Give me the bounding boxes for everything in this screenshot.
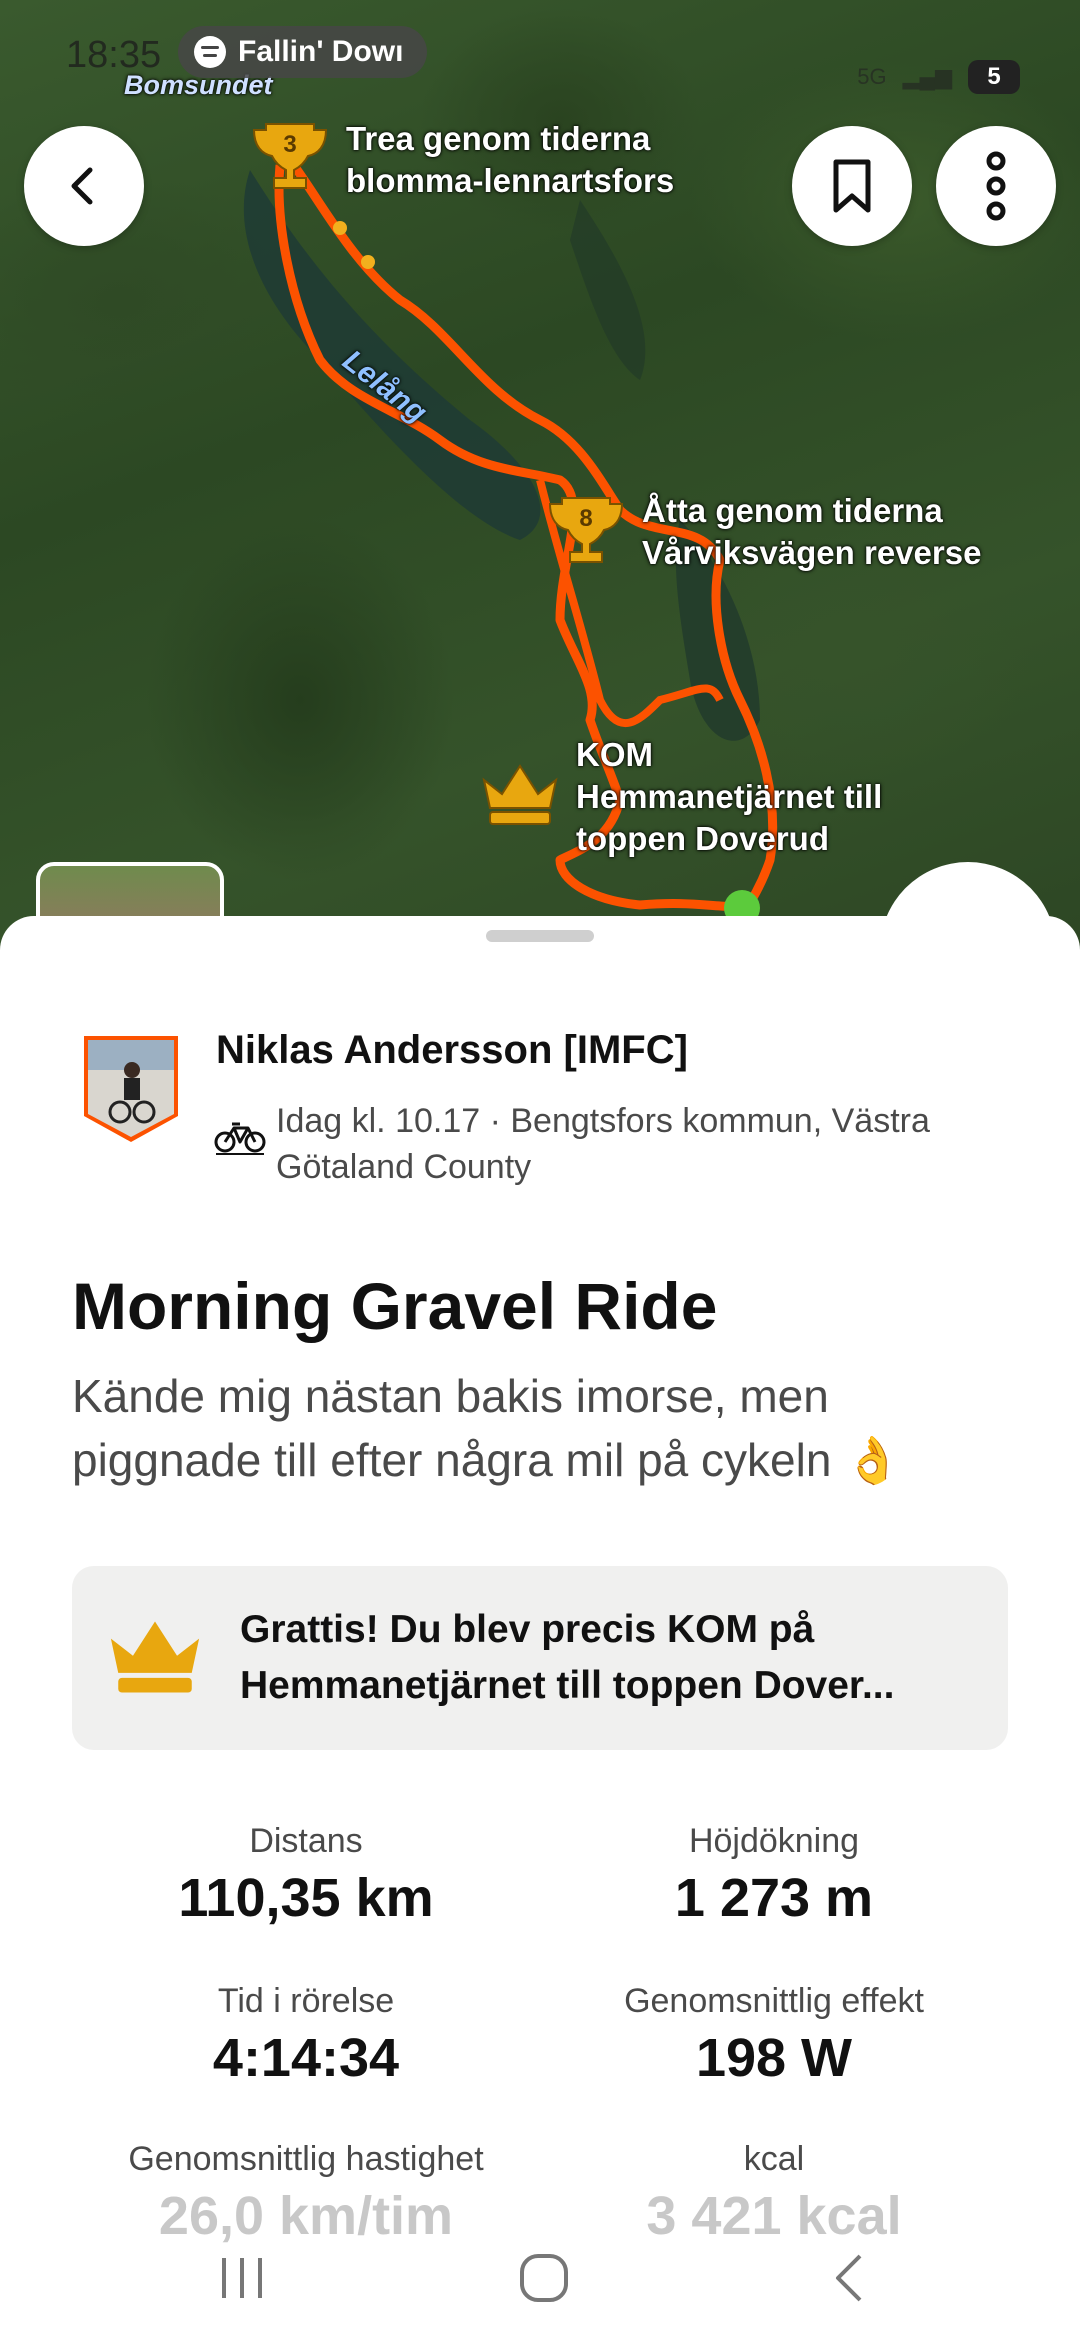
status-icons: 5G ▂▄▆ 5 (857, 60, 1020, 94)
signal-icon: ▂▄▆ (902, 64, 952, 89)
status-bar: 18:35 5G ▂▄▆ 5 (0, 28, 1080, 94)
stat-value: 4:14:34 (212, 2028, 400, 2088)
stat-label: Genomsnittlig effekt (624, 1982, 924, 2020)
segment-name: Vårviksvägen reverse (642, 534, 982, 571)
stat-label: Distans (249, 1822, 363, 1860)
segment-label-1[interactable]: Trea genom tiderna blomma-lennartsfors (346, 118, 674, 202)
trophy-icon[interactable]: 8 (548, 492, 624, 568)
stat-value: 110,35 km (178, 1868, 434, 1928)
network-indicator: 5G (857, 64, 887, 89)
segment-title: Åtta genom tiderna (642, 492, 943, 529)
stat-avg-power: Genomsnittlig effekt 198 W (534, 1982, 1014, 2089)
back-icon (71, 167, 93, 205)
back-button[interactable] (24, 126, 144, 246)
segment-rank: 8 (579, 505, 592, 532)
bike-icon (214, 1122, 266, 1155)
now-playing-pill[interactable]: Fallin' Dowı (178, 26, 428, 78)
segment-label-2[interactable]: Åtta genom tiderna Vårviksvägen reverse (642, 490, 981, 574)
kom-achievement-card[interactable]: Grattis! Du blev precis KOM på Hemmanetj… (72, 1566, 1008, 1750)
athlete-name[interactable]: Niklas Andersson [IMFC] (216, 1028, 688, 1073)
spotify-icon (194, 36, 226, 68)
battery-icon: 5 (968, 60, 1020, 94)
back-nav-icon[interactable] (822, 2250, 878, 2306)
activity-description: Kände mig nästan bakis imorse, men piggn… (72, 1370, 902, 1486)
segment-title: Trea genom tiderna (346, 120, 651, 157)
segment-label-kom[interactable]: KOM Hemmanetjärnet till toppen Doverud (576, 734, 882, 860)
segment-title: KOM (576, 736, 653, 773)
segment-name: blomma-lennartsfors (346, 162, 675, 199)
stat-label: kcal (743, 2140, 805, 2178)
stat-value: 1 273 m (674, 1868, 874, 1928)
segment-name: Hemmanetjärnet till (576, 778, 883, 815)
stat-distance: Distans 110,35 km (66, 1822, 546, 1929)
trophy-icon[interactable]: 3 (252, 118, 328, 194)
more-options-button[interactable] (936, 126, 1056, 246)
drag-handle[interactable] (486, 930, 594, 942)
recent-apps-icon[interactable] (214, 2250, 270, 2306)
activity-meta: Idag kl. 10.17 · Bengtsfors kommun, Väst… (276, 1102, 930, 1186)
kom-message: Grattis! Du blev precis KOM på Hemmanetj… (240, 1608, 895, 1707)
stat-label: Tid i rörelse (217, 1982, 395, 2020)
crown-icon[interactable] (480, 760, 560, 828)
bookmark-icon (833, 159, 871, 213)
more-icon (986, 151, 1006, 221)
crown-icon (110, 1621, 200, 1693)
home-icon[interactable] (514, 2248, 574, 2308)
bookmark-button[interactable] (792, 126, 912, 246)
stat-value: 198 W (695, 2028, 853, 2088)
stat-label: Höjdökning (688, 1822, 860, 1860)
system-nav-bar (0, 2230, 1080, 2340)
stat-moving-time: Tid i rörelse 4:14:34 (66, 1982, 546, 2089)
activity-title: Morning Gravel Ride (72, 1269, 718, 1343)
route-map[interactable]: Bomsundet Lelång 3 Trea genom tiderna bl… (0, 0, 1080, 960)
activity-sheet: Niklas Andersson [IMFC] Idag kl. 10.17 ·… (0, 916, 1080, 2340)
segment-rank: 3 (283, 131, 296, 158)
segment-name-cont: toppen Doverud (576, 820, 829, 857)
stat-label: Genomsnittlig hastighet (128, 2140, 484, 2178)
clock: 18:35 (66, 34, 162, 76)
battery-level: 5 (987, 63, 1001, 90)
stat-elevation: Höjdökning 1 273 m (534, 1822, 1014, 1929)
avatar[interactable] (80, 1032, 182, 1144)
now-playing-title: Fallin' Dowı (238, 35, 404, 68)
